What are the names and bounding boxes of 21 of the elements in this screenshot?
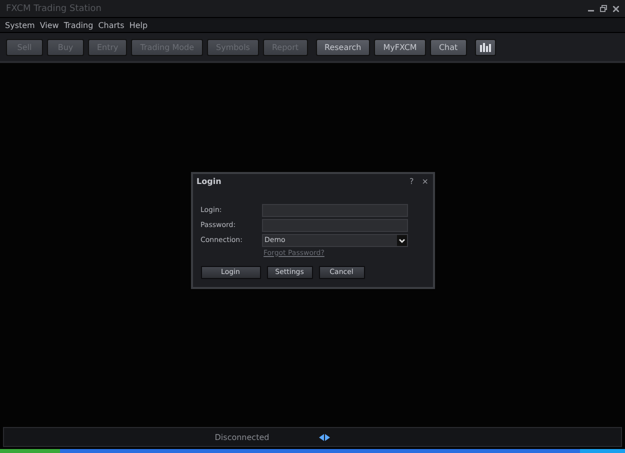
window-title: FXCM Trading Station (6, 4, 102, 14)
menu-item[interactable]: Help (129, 20, 148, 30)
toolbar-button[interactable]: Research (316, 38, 370, 56)
menu-item[interactable]: Charts (98, 20, 124, 30)
toolbar-button[interactable]: MyFXCM (374, 38, 426, 56)
help-button[interactable]: ? (410, 177, 414, 186)
login-field[interactable] (262, 204, 408, 216)
menu-item[interactable]: Trading (64, 20, 94, 30)
bars-icon (478, 42, 492, 52)
close-icon[interactable] (613, 6, 619, 12)
caret-icon (396, 234, 406, 246)
menu-item[interactable]: System (5, 20, 35, 30)
restore-icon[interactable] (600, 5, 607, 12)
arrows-icon (319, 434, 330, 440)
close-button[interactable]: × (422, 177, 428, 186)
menu-item[interactable]: View (40, 20, 59, 30)
dialog-title: Login (196, 177, 222, 186)
password-field[interactable] (262, 218, 408, 232)
toolbar-button[interactable]: Chat (430, 38, 467, 56)
toolbar-button[interactable] (474, 38, 496, 56)
status-text: Disconnected (214, 432, 270, 442)
